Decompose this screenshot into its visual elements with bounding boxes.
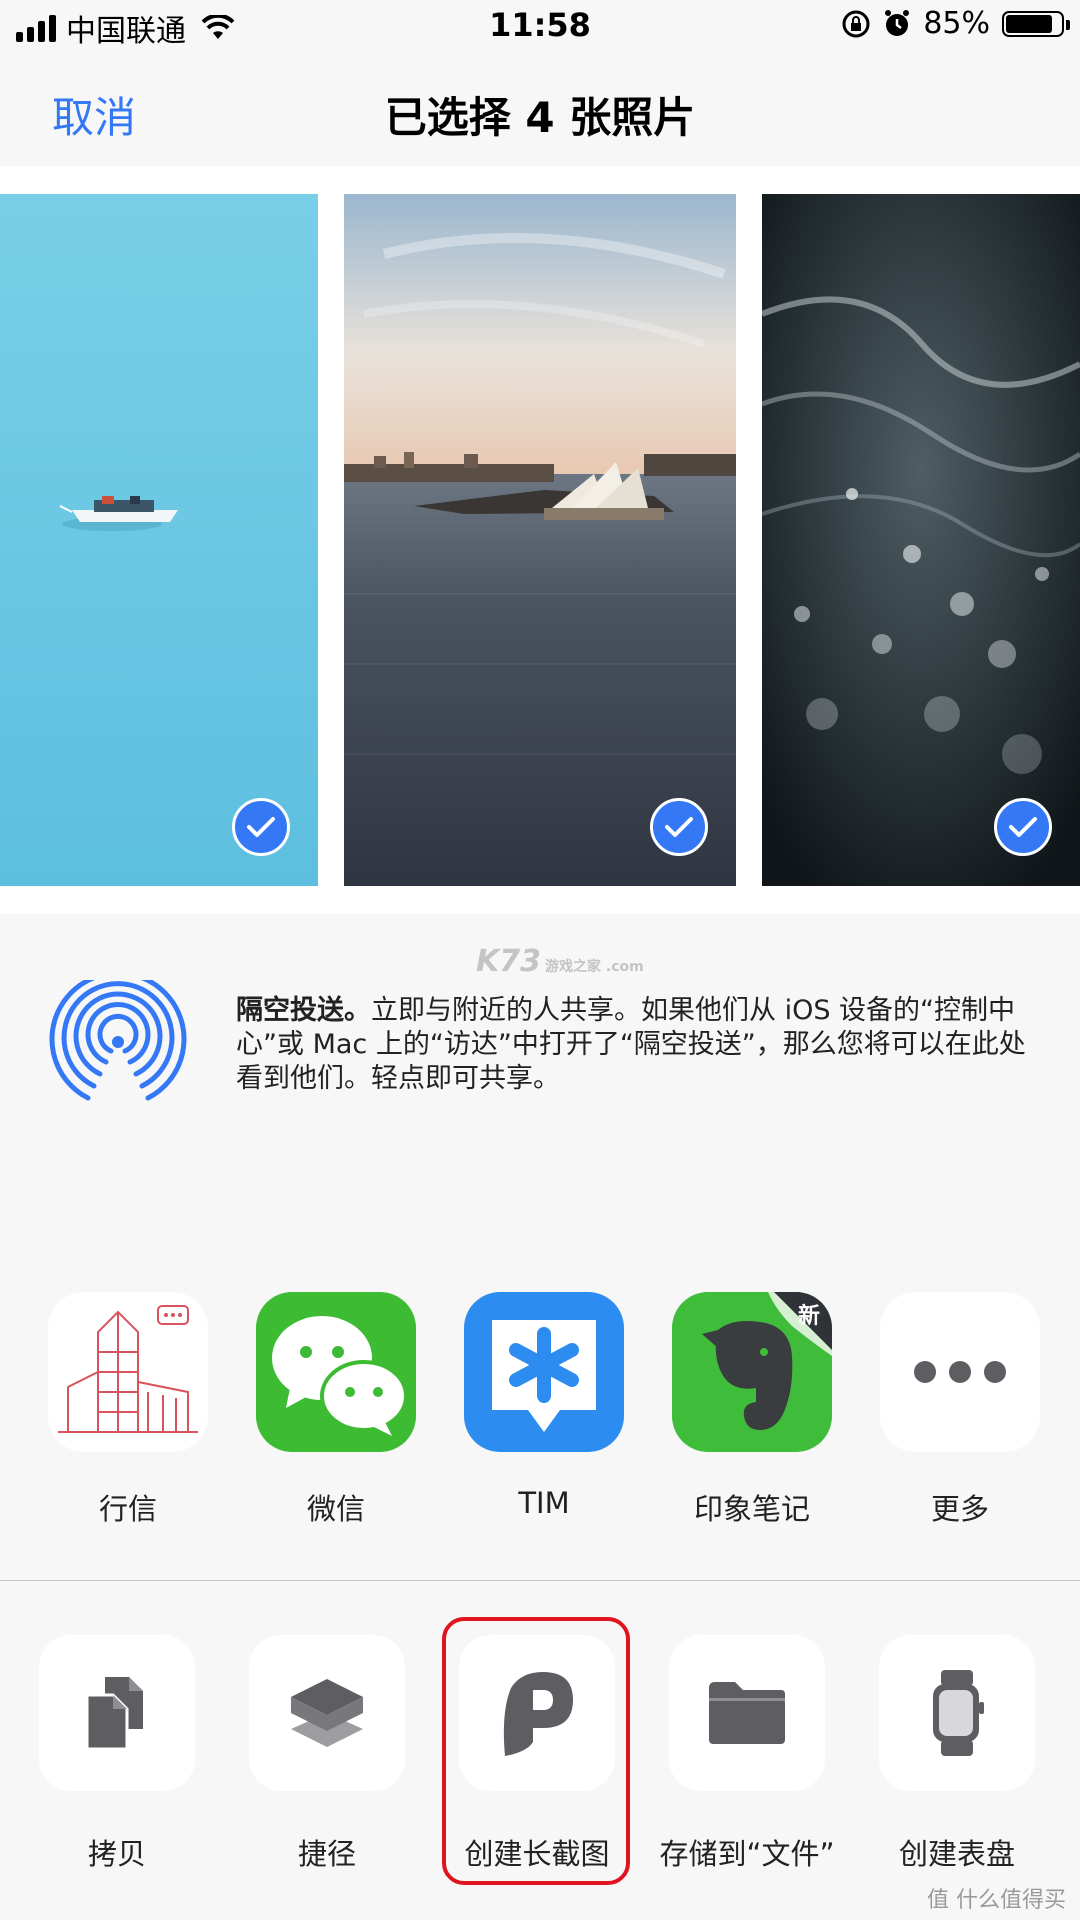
photo-dark-waves[interactable]	[762, 194, 1080, 886]
folder-icon	[669, 1635, 825, 1791]
battery-percent: 85%	[923, 6, 990, 41]
app-label: 更多	[930, 1492, 989, 1526]
app-more[interactable]: 更多	[880, 1292, 1040, 1528]
page-title: 已选择 4 张照片	[384, 93, 696, 142]
app-xingxin[interactable]: 行信	[48, 1292, 208, 1528]
action-shortcuts[interactable]: 捷径	[222, 1635, 432, 1873]
app-label: 印象笔记	[693, 1492, 810, 1526]
action-save-to-files[interactable]: 存储到“文件”	[642, 1635, 852, 1873]
k73-watermark: K73 游戏之家 .com	[476, 944, 644, 979]
airdrop-icon	[49, 980, 187, 1101]
wifi-icon	[202, 15, 234, 39]
share-apps-row[interactable]: 行信 微信 TIM 新 印象笔记 更多	[0, 1240, 1080, 1581]
share-actions-row[interactable]: 拷贝 捷径 创建长截图 存储到“文件” 创建表盘 值 什么值得买	[0, 1581, 1080, 1920]
photo-opera-house[interactable]	[344, 194, 736, 886]
shortcuts-icon	[249, 1635, 405, 1791]
evernote-icon: 新	[672, 1292, 832, 1452]
photo-strip[interactable]	[0, 166, 1080, 915]
cancel-button[interactable]: 取消	[52, 84, 136, 145]
selected-check-icon[interactable]	[650, 798, 708, 856]
wechat-icon	[256, 1292, 416, 1452]
action-label: 拷贝	[87, 1837, 146, 1871]
battery-icon	[1002, 10, 1070, 37]
site-watermark: 值 什么值得买	[927, 1888, 1066, 1913]
more-icon	[880, 1292, 1040, 1452]
carrier-name: 中国联通	[66, 14, 186, 49]
action-create-long-screenshot[interactable]: 创建长截图	[432, 1635, 642, 1873]
photo-dark-waves-image	[762, 194, 1080, 886]
app-label: TIM	[518, 1486, 570, 1520]
photo-opera-house-image	[344, 194, 736, 886]
airdrop-section[interactable]: K73 游戏之家 .com 隔空投送。立即与附近的人共享。如果他们从 iOS 设备…	[0, 914, 1080, 1241]
picsew-icon	[459, 1635, 615, 1791]
status-bar: 中国联通 11:58 85%	[0, 0, 1080, 54]
app-evernote[interactable]: 新 印象笔记	[672, 1292, 832, 1528]
tim-icon	[464, 1292, 624, 1452]
photo-boat-image	[0, 194, 318, 886]
action-label: 创建表盘	[898, 1837, 1015, 1871]
photo-boat[interactable]	[0, 194, 318, 886]
app-wechat[interactable]: 微信	[256, 1292, 416, 1528]
navigation-bar: 取消 已选择 4 张照片	[0, 54, 1080, 167]
action-copy[interactable]: 拷贝	[12, 1635, 222, 1873]
copy-icon	[39, 1635, 195, 1791]
building-sketch-icon	[48, 1292, 208, 1452]
cellular-signal-icon	[16, 14, 56, 42]
action-label: 捷径	[297, 1837, 356, 1871]
rotation-lock-icon	[842, 10, 870, 37]
selected-check-icon[interactable]	[232, 798, 290, 856]
action-label: 存储到“文件”	[659, 1837, 835, 1871]
app-tim[interactable]: TIM	[464, 1292, 624, 1520]
new-badge: 新	[797, 1304, 820, 1329]
watch-icon	[879, 1635, 1035, 1791]
alarm-icon	[885, 9, 910, 36]
action-label: 创建长截图	[464, 1837, 610, 1871]
battery-level	[1006, 14, 1052, 33]
action-create-watch-face[interactable]: 创建表盘	[852, 1635, 1062, 1873]
app-label: 行信	[98, 1492, 157, 1526]
airdrop-description: 隔空投送。立即与附近的人共享。如果他们从 iOS 设备的“控制中心”或 Mac …	[236, 994, 1046, 1096]
status-left: 中国联通	[16, 6, 234, 50]
status-right: 85%	[841, 6, 1070, 41]
airdrop-title: 隔空投送。	[236, 995, 371, 1026]
app-label: 微信	[306, 1492, 365, 1526]
selected-check-icon[interactable]	[994, 798, 1052, 856]
